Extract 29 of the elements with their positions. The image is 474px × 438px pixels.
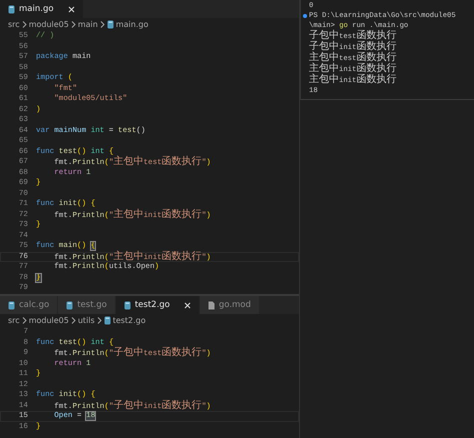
editor-tab[interactable]: main.go bbox=[0, 0, 84, 18]
close-icon[interactable] bbox=[68, 6, 75, 12]
chevron-icon bbox=[22, 21, 27, 28]
breadcrumb-item[interactable]: module05 bbox=[28, 314, 69, 326]
editor-tab[interactable]: go.mod bbox=[200, 296, 260, 314]
chevron-icon bbox=[22, 317, 27, 324]
go-file-icon bbox=[124, 300, 131, 310]
go-file-icon bbox=[106, 20, 114, 29]
status-dot-icon bbox=[303, 14, 307, 18]
breadcrumb-item[interactable]: test2.go bbox=[112, 314, 146, 326]
editor-tab[interactable]: test.go bbox=[58, 296, 116, 314]
close-icon[interactable] bbox=[184, 302, 191, 308]
breadcrumb-item[interactable]: utils bbox=[78, 314, 95, 326]
go-file-icon bbox=[104, 316, 111, 325]
go-file-icon bbox=[8, 4, 15, 14]
breadcrumb-item[interactable]: main bbox=[78, 18, 98, 30]
editor-tab[interactable]: test2.go bbox=[116, 296, 200, 314]
chevron-icon bbox=[70, 317, 76, 324]
chevron-icon bbox=[70, 21, 76, 28]
breadcrumb-item[interactable]: main.go bbox=[116, 18, 148, 30]
breadcrumb-item[interactable]: module05 bbox=[28, 18, 69, 30]
go-file-icon bbox=[8, 300, 15, 310]
breadcrumb-item[interactable]: src bbox=[8, 18, 20, 30]
breadcrumb-item[interactable]: src bbox=[8, 314, 20, 326]
editor-tab[interactable]: calc.go bbox=[0, 296, 58, 314]
file-icon bbox=[208, 300, 215, 310]
chevron-icon bbox=[100, 21, 105, 28]
go-file-icon bbox=[66, 300, 74, 310]
chevron-icon bbox=[96, 317, 102, 324]
